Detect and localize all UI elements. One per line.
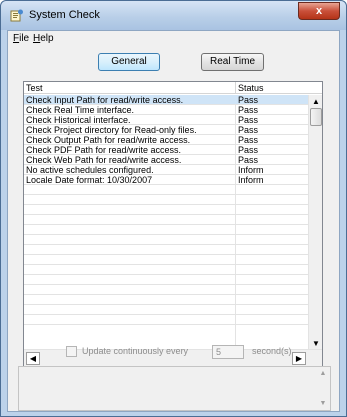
message-scroll-up-icon[interactable]: ▲: [316, 370, 330, 377]
update-interval-input[interactable]: [212, 345, 244, 359]
test-cell: Check Real Time interface.: [26, 105, 135, 115]
message-area[interactable]: ▲ ▼: [18, 366, 331, 411]
table-row[interactable]: [24, 245, 322, 255]
test-cell: Check Web Path for read/write access.: [26, 155, 182, 165]
table-row[interactable]: [24, 285, 322, 295]
scroll-up-icon[interactable]: ▲: [309, 95, 323, 108]
table-row[interactable]: Check Project directory for Read-only fi…: [24, 125, 322, 135]
general-button[interactable]: General: [98, 53, 160, 71]
status-cell: Inform: [238, 165, 264, 175]
real-time-button[interactable]: Real Time: [201, 53, 264, 71]
table-row[interactable]: [24, 185, 322, 195]
scroll-left-icon[interactable]: ◀: [26, 352, 40, 365]
close-button[interactable]: x: [298, 2, 340, 20]
menu-help[interactable]: Help: [33, 33, 54, 44]
table-row[interactable]: Check Historical interface. Pass: [24, 115, 322, 125]
table-row[interactable]: Check Input Path for read/write access. P…: [24, 95, 322, 105]
update-continuously-label: Update continuously every: [82, 346, 189, 356]
test-cell: Check Project directory for Read-only fi…: [26, 125, 197, 135]
table-header: Test Status: [24, 82, 322, 94]
test-cell: Check Historical interface.: [26, 115, 131, 125]
title-bar[interactable]: System Check x: [1, 1, 346, 30]
status-cell: Pass: [238, 125, 259, 135]
column-header-test[interactable]: Test: [24, 82, 43, 94]
status-cell: Pass: [238, 105, 259, 115]
status-cell: Pass: [238, 95, 259, 105]
status-cell: Pass: [238, 135, 259, 145]
menu-file-label: ile: [19, 33, 30, 44]
menu-bar: File Help: [8, 31, 339, 47]
status-cell: Pass: [238, 115, 259, 125]
table-row[interactable]: [24, 215, 322, 225]
status-cell: Pass: [238, 145, 259, 155]
table-row[interactable]: [24, 255, 322, 265]
system-check-window: System Check x File Help General Real Ti…: [0, 0, 347, 417]
client-area: File Help General Real Time Test Status …: [7, 30, 340, 412]
update-continuously-checkbox[interactable]: [66, 346, 77, 357]
test-cell: Check PDF Path for read/write access.: [26, 145, 182, 155]
test-cell: Check Input Path for read/write access.: [26, 95, 184, 105]
table-body: Check Input Path for read/write access. P…: [24, 95, 322, 350]
table-row[interactable]: [24, 265, 322, 275]
table-row[interactable]: [24, 205, 322, 215]
menu-help-label: elp: [40, 33, 54, 44]
message-scroll-down-icon[interactable]: ▼: [316, 400, 330, 407]
interval-unit-label: second(s): [252, 346, 292, 356]
column-header-status[interactable]: Status: [236, 82, 264, 94]
app-icon: [10, 9, 23, 22]
test-cell: Locale Date format: 10/30/2007: [26, 175, 153, 185]
table-row[interactable]: [24, 315, 322, 325]
vertical-scrollbar[interactable]: ▲ ▼: [308, 95, 322, 350]
test-cell: Check Output Path for read/write access.: [26, 135, 191, 145]
status-cell: Inform: [238, 175, 264, 185]
table-row[interactable]: [24, 225, 322, 235]
table-row[interactable]: No active schedules configured. Inform: [24, 165, 322, 175]
table-row[interactable]: Check PDF Path for read/write access. Pas…: [24, 145, 322, 155]
status-cell: Pass: [238, 155, 259, 165]
update-options: Update continuously every second(s): [66, 345, 326, 359]
vertical-scroll-thumb[interactable]: [310, 108, 322, 126]
results-table[interactable]: Test Status Check Input Path for read/wr…: [23, 81, 323, 368]
table-row[interactable]: [24, 295, 322, 305]
message-scrollbar[interactable]: ▲ ▼: [316, 367, 330, 410]
table-row[interactable]: Locale Date format: 10/30/2007 Inform: [24, 175, 322, 185]
table-row[interactable]: Check Web Path for read/write access. Pas…: [24, 155, 322, 165]
table-row[interactable]: [24, 235, 322, 245]
close-icon: x: [315, 5, 323, 17]
table-row[interactable]: [24, 195, 322, 205]
menu-file[interactable]: File: [13, 33, 29, 44]
test-cell: No active schedules configured.: [26, 165, 154, 175]
table-row[interactable]: Check Output Path for read/write access.…: [24, 135, 322, 145]
window-title: System Check: [29, 9, 100, 21]
table-row[interactable]: [24, 275, 322, 285]
table-row[interactable]: [24, 305, 322, 315]
table-row[interactable]: Check Real Time interface. Pass: [24, 105, 322, 115]
